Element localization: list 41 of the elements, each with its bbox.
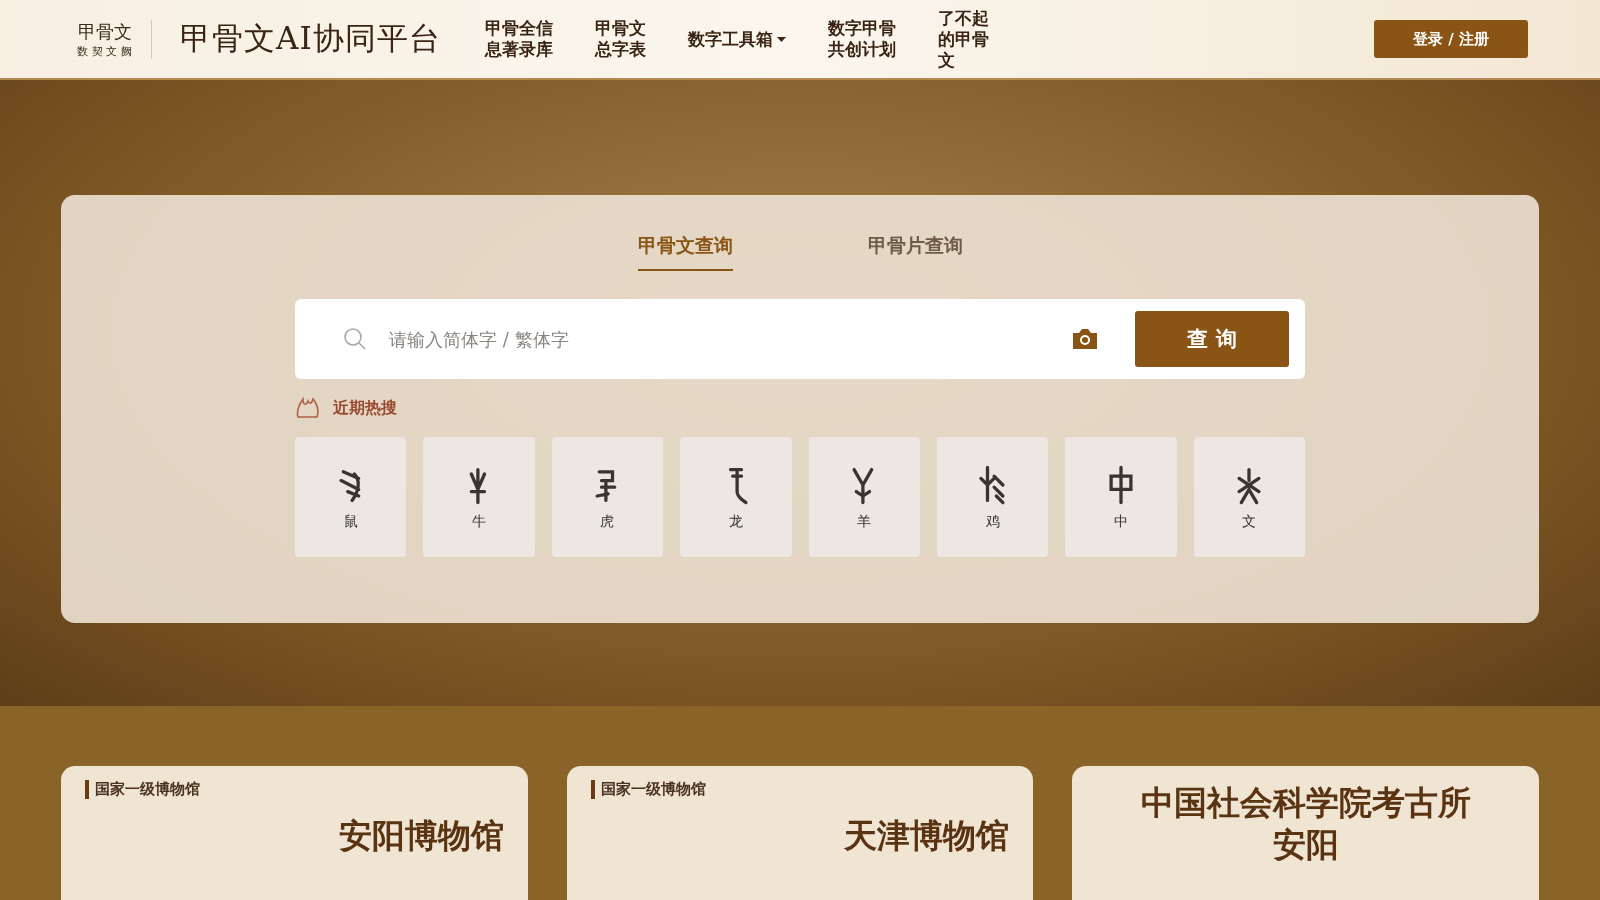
nav-link[interactable]: 数字甲骨共创计划 bbox=[827, 18, 896, 60]
museum-card[interactable]: 中国社会科学院考古所 安阳 bbox=[1072, 766, 1539, 900]
character-label: 虎 bbox=[600, 513, 615, 531]
search-icon bbox=[343, 327, 367, 351]
search-field[interactable]: 请输入简体字 / 繁体字 查 询 bbox=[295, 299, 1305, 379]
character-label: 龙 bbox=[728, 513, 743, 531]
camera-icon[interactable] bbox=[1071, 328, 1099, 350]
flame-icon bbox=[295, 397, 321, 419]
character-label: 鸡 bbox=[985, 513, 1000, 531]
character-label: 中 bbox=[1113, 513, 1128, 531]
search-tab[interactable]: 甲骨片查询 bbox=[867, 233, 963, 271]
hot-search-label: 近期热搜 bbox=[333, 397, 397, 419]
museum-tag: 国家一级博物馆 bbox=[590, 780, 706, 799]
character-card[interactable]: 鼠 bbox=[295, 437, 407, 557]
character-card[interactable]: 文 bbox=[1193, 437, 1305, 557]
character-label: 羊 bbox=[857, 513, 872, 531]
museum-card[interactable]: 国家一级博物馆 天津博物馆 bbox=[566, 766, 1034, 900]
nav-link[interactable]: 甲骨文总字表 bbox=[594, 18, 646, 60]
museum-name: 安阳 bbox=[1271, 826, 1340, 864]
nav-link[interactable]: 甲骨全信息著录库 bbox=[484, 18, 553, 60]
museum-name: 安阳博物馆 bbox=[337, 817, 504, 855]
character-card[interactable]: 中 bbox=[1065, 437, 1177, 557]
character-label: 牛 bbox=[472, 513, 487, 531]
nav-link[interactable]: 了不起的甲骨文 bbox=[937, 7, 989, 71]
museum-name: 中国社会科学院考古所 bbox=[1139, 784, 1472, 822]
character-card[interactable]: 龙 bbox=[680, 437, 792, 557]
login-button[interactable]: 登录 / 注册 bbox=[1374, 20, 1528, 58]
search-tab[interactable]: 甲骨文查询 bbox=[637, 233, 733, 271]
site-title: 甲骨文AI协同平台 bbox=[180, 19, 441, 58]
museum-tag: 国家一级博物馆 bbox=[85, 780, 200, 799]
museum-name: 天津博物馆 bbox=[843, 817, 1010, 855]
museum-card[interactable]: 国家一级博物馆 安阳博物馆 bbox=[61, 766, 528, 900]
character-label: 鼠 bbox=[343, 513, 358, 531]
search-button[interactable]: 查 询 bbox=[1135, 311, 1289, 367]
character-card[interactable]: 牛 bbox=[423, 437, 535, 557]
character-card[interactable]: 鸡 bbox=[936, 437, 1049, 557]
character-card[interactable]: 虎 bbox=[551, 437, 664, 557]
nav-link[interactable]: 数字工具箱 bbox=[687, 28, 786, 50]
character-card[interactable]: 羊 bbox=[808, 437, 920, 557]
logo[interactable]: 甲骨文 数 契 文 阙 bbox=[72, 19, 152, 59]
character-label: 文 bbox=[1242, 513, 1257, 531]
